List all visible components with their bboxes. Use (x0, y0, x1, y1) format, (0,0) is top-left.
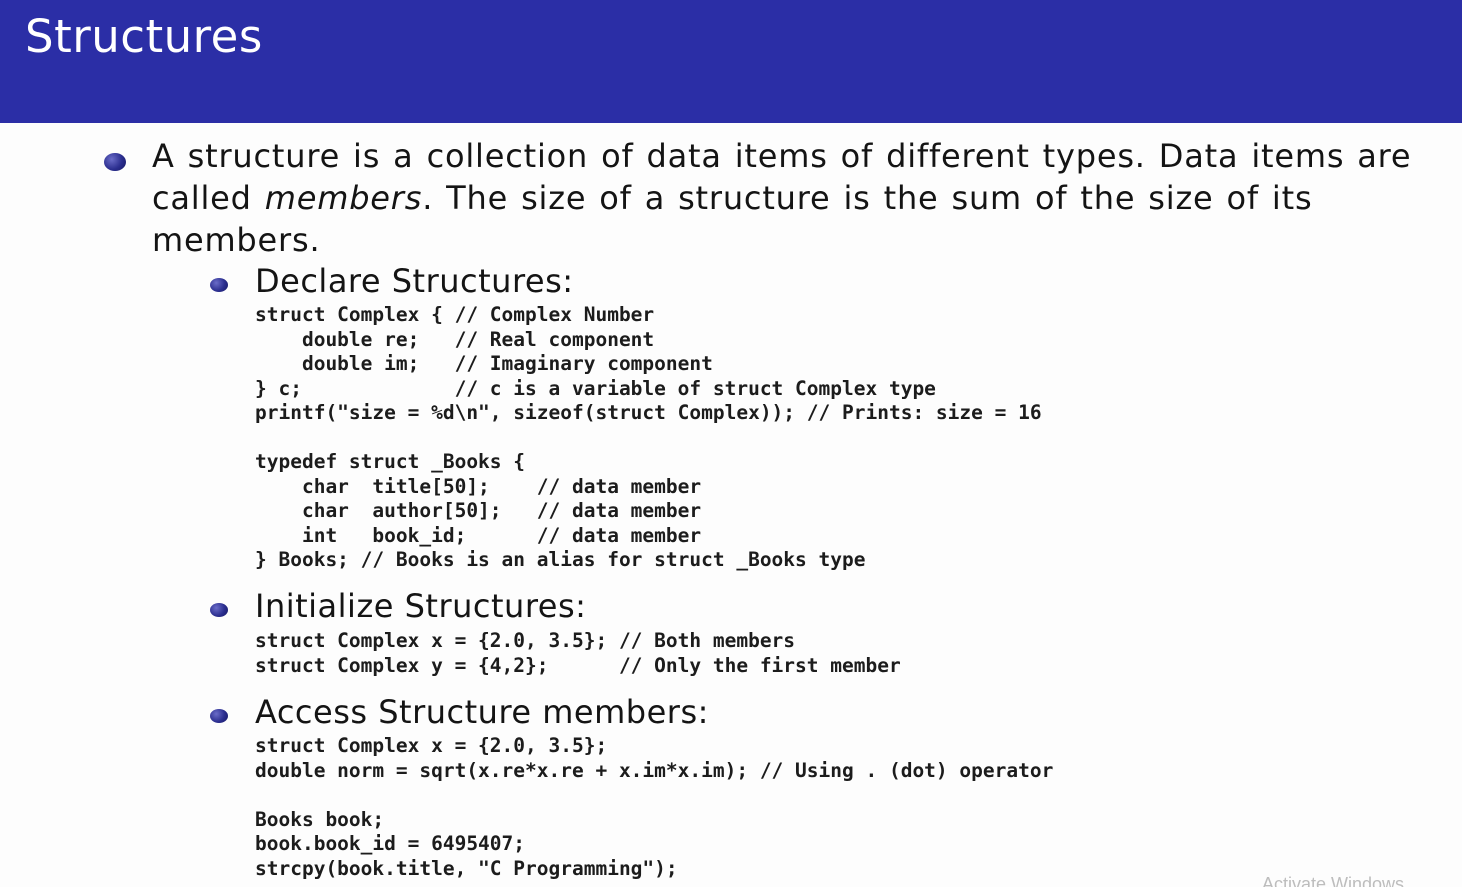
slide-title: Structures (25, 10, 263, 63)
title-bar: Structures (0, 0, 1462, 123)
intro-emphasis: members (264, 179, 423, 217)
initialize-bullet (210, 603, 228, 617)
main-bullet (104, 153, 126, 171)
declare-bullet (210, 278, 228, 292)
activate-windows-watermark: Activate Windows (1262, 874, 1405, 887)
access-heading: Access Structure members: (255, 693, 709, 731)
access-code-block: struct Complex x = {2.0, 3.5}; double no… (255, 734, 1054, 880)
initialize-code-block: struct Complex x = {2.0, 3.5}; // Both m… (255, 629, 901, 677)
intro-paragraph: A structure is a collection of data item… (152, 135, 1412, 261)
initialize-heading: Initialize Structures: (255, 587, 587, 625)
declare-heading: Declare Structures: (255, 262, 574, 300)
access-bullet (210, 709, 228, 723)
declare-code-block: struct Complex { // Complex Number doubl… (255, 303, 1042, 571)
